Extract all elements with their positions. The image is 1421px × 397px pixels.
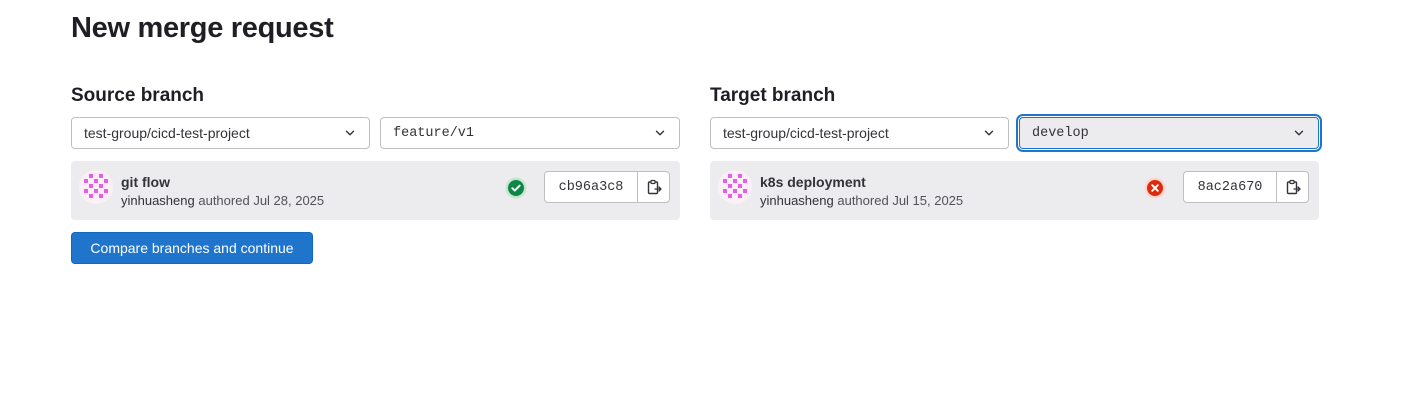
commit-title[interactable]: git flow: [121, 174, 170, 190]
target-branch-section: Target branch test-group/cicd-test-proje…: [710, 84, 1320, 220]
authored-label: authored: [837, 193, 889, 208]
commit-meta: yinhuasheng authored Jul 28, 2025: [121, 193, 324, 208]
copy-sha-button[interactable]: [637, 172, 669, 202]
identicon-icon: [84, 174, 108, 198]
commit-date: Jul 15, 2025: [892, 193, 964, 208]
target-select-row: test-group/cicd-test-project develop: [710, 117, 1320, 149]
source-branch-dropdown[interactable]: feature/v1: [380, 117, 680, 149]
source-project-value: test-group/cicd-test-project: [84, 125, 250, 141]
clipboard-icon: [647, 179, 662, 195]
source-commit-card: git flow yinhuasheng authored Jul 28, 20…: [71, 161, 680, 220]
clipboard-icon: [1286, 179, 1301, 195]
source-select-row: test-group/cicd-test-project feature/v1: [71, 117, 681, 149]
commit-meta: yinhuasheng authored Jul 15, 2025: [760, 193, 963, 208]
target-project-value: test-group/cicd-test-project: [723, 125, 889, 141]
chevron-down-icon: [984, 130, 994, 136]
target-sha-group: 8ac2a670: [1183, 171, 1309, 203]
commit-sha[interactable]: cb96a3c8: [545, 172, 637, 202]
commit-author[interactable]: yinhuasheng: [760, 193, 834, 208]
copy-sha-button[interactable]: [1276, 172, 1308, 202]
compare-branches-button[interactable]: Compare branches and continue: [71, 232, 313, 264]
target-branch-value: develop: [1032, 125, 1089, 141]
avatar[interactable]: [718, 170, 752, 204]
source-branch-value: feature/v1: [393, 125, 475, 141]
commit-sha[interactable]: 8ac2a670: [1184, 172, 1276, 202]
authored-label: authored: [198, 193, 250, 208]
target-project-dropdown[interactable]: test-group/cicd-test-project: [710, 117, 1009, 149]
target-branch-dropdown[interactable]: develop: [1019, 117, 1319, 149]
source-sha-group: cb96a3c8: [544, 171, 670, 203]
source-branch-heading: Source branch: [71, 85, 205, 106]
new-merge-request-page: New merge request Source branch test-gro…: [0, 0, 1421, 397]
source-project-dropdown[interactable]: test-group/cicd-test-project: [71, 117, 370, 149]
page-title: New merge request: [71, 12, 334, 44]
commit-date: Jul 28, 2025: [253, 193, 325, 208]
avatar[interactable]: [79, 170, 113, 204]
identicon-icon: [723, 174, 747, 198]
commit-title[interactable]: k8s deployment: [760, 174, 866, 190]
target-branch-heading: Target branch: [710, 85, 836, 106]
target-commit-card: k8s deployment yinhuasheng authored Jul …: [710, 161, 1319, 220]
chevron-down-icon: [345, 130, 355, 136]
x-circle-icon[interactable]: [1144, 177, 1166, 199]
commit-author[interactable]: yinhuasheng: [121, 193, 195, 208]
check-circle-icon[interactable]: [505, 177, 527, 199]
chevron-down-icon: [655, 130, 665, 136]
source-branch-section: Source branch test-group/cicd-test-proje…: [71, 84, 681, 220]
chevron-down-icon: [1294, 130, 1304, 136]
